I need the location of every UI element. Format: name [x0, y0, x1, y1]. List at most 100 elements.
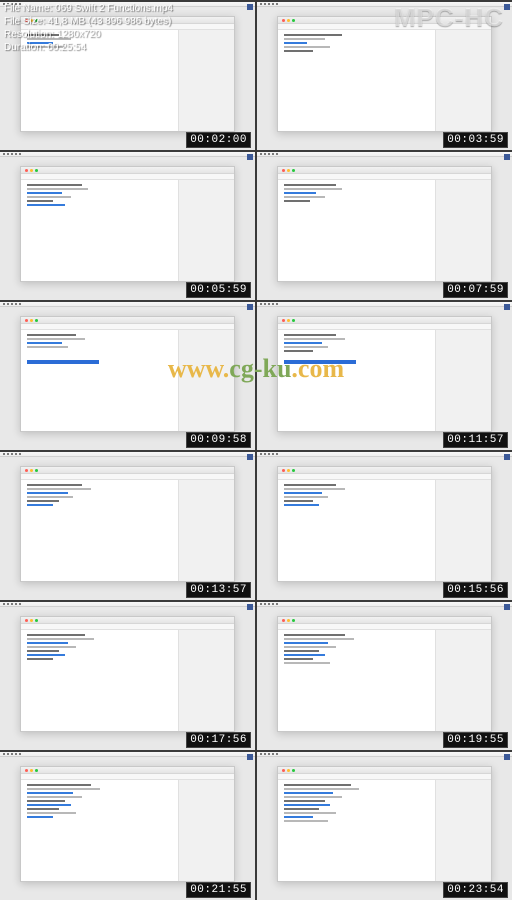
- code-line: [27, 792, 73, 794]
- code-editor: [21, 180, 178, 281]
- macos-menubar: [0, 752, 255, 757]
- results-sidebar: [178, 30, 234, 131]
- code-line: [284, 192, 316, 194]
- timestamp-badge: 00:19:55: [443, 732, 508, 748]
- thumbnail[interactable]: 00:17:56: [0, 602, 255, 750]
- editor-area: [278, 330, 491, 431]
- thumbnail[interactable]: 00:11:57: [257, 302, 512, 450]
- code-editor: [278, 180, 435, 281]
- minimize-icon: [30, 769, 33, 772]
- code-line: [27, 492, 68, 494]
- code-line: [284, 642, 328, 644]
- code-line: [27, 338, 85, 340]
- code-line: [284, 200, 310, 202]
- minimize-icon: [30, 319, 33, 322]
- results-sidebar: [178, 480, 234, 581]
- window-titlebar: [278, 317, 491, 324]
- code-line: [284, 350, 313, 352]
- code-line: [284, 646, 336, 648]
- xcode-window: [20, 766, 235, 882]
- app-logo: MPC-HC: [394, 2, 504, 33]
- editor-area: [21, 630, 234, 731]
- file-info-overlay: File Name: 069 Swift 2 Functions.mp4 Fil…: [4, 2, 173, 54]
- code-line: [27, 784, 91, 786]
- zoom-icon: [35, 169, 38, 172]
- app-badge-icon: [504, 454, 510, 460]
- code-line: [27, 638, 94, 640]
- minimize-icon: [287, 469, 290, 472]
- code-line: [27, 634, 85, 636]
- code-line: [284, 638, 354, 640]
- timestamp-badge: 00:03:59: [443, 132, 508, 148]
- editor-area: [21, 480, 234, 581]
- window-titlebar: [278, 617, 491, 624]
- code-editor: [278, 780, 435, 881]
- app-badge-icon: [504, 304, 510, 310]
- window-titlebar: [21, 317, 234, 324]
- code-editor: [278, 330, 435, 431]
- close-icon: [25, 319, 28, 322]
- thumbnail[interactable]: 00:13:57: [0, 452, 255, 600]
- xcode-window: [20, 316, 235, 432]
- thumbnail[interactable]: 00:19:55: [257, 602, 512, 750]
- text-selection: [27, 360, 99, 364]
- minimize-icon: [30, 169, 33, 172]
- close-icon: [282, 19, 285, 22]
- close-icon: [282, 319, 285, 322]
- code-line: [27, 192, 62, 194]
- thumbnail-grid: 00:02:0000:03:5900:05:5900:07:5900:09:58…: [0, 0, 512, 900]
- window-titlebar: [278, 767, 491, 774]
- thumbnail[interactable]: 00:21:55: [0, 752, 255, 900]
- code-editor: [21, 780, 178, 881]
- code-line: [284, 804, 330, 806]
- code-line: [27, 204, 65, 206]
- code-line: [27, 484, 82, 486]
- close-icon: [282, 619, 285, 622]
- code-line: [284, 492, 322, 494]
- file-name-label: File Name:: [4, 3, 52, 14]
- duration-label: Duration:: [4, 42, 45, 53]
- code-line: [284, 346, 328, 348]
- macos-menubar: [257, 152, 512, 157]
- code-line: [27, 488, 91, 490]
- editor-area: [278, 30, 491, 131]
- window-titlebar: [278, 467, 491, 474]
- minimize-icon: [30, 469, 33, 472]
- results-sidebar: [435, 630, 491, 731]
- zoom-icon: [35, 619, 38, 622]
- code-line: [27, 788, 100, 790]
- timestamp-badge: 00:15:56: [443, 582, 508, 598]
- app-badge-icon: [504, 754, 510, 760]
- code-line: [27, 200, 53, 202]
- code-line: [27, 334, 76, 336]
- zoom-icon: [35, 769, 38, 772]
- code-line: [284, 662, 330, 664]
- code-line: [27, 658, 53, 660]
- app-badge-icon: [504, 604, 510, 610]
- zoom-icon: [292, 619, 295, 622]
- code-line: [284, 46, 330, 48]
- macos-menubar: [257, 302, 512, 307]
- minimize-icon: [287, 769, 290, 772]
- code-line: [284, 820, 328, 822]
- thumbnail[interactable]: 00:09:58: [0, 302, 255, 450]
- code-line: [284, 188, 342, 190]
- thumbnail[interactable]: 00:23:54: [257, 752, 512, 900]
- xcode-window: [277, 16, 492, 132]
- file-name-value: 069 Swift 2 Functions.mp4: [55, 3, 173, 14]
- code-line: [284, 496, 328, 498]
- code-line: [284, 42, 307, 44]
- window-titlebar: [21, 467, 234, 474]
- editor-area: [21, 180, 234, 281]
- code-line: [284, 334, 336, 336]
- close-icon: [282, 469, 285, 472]
- thumbnail[interactable]: 00:05:59: [0, 152, 255, 300]
- results-sidebar: [178, 630, 234, 731]
- text-selection: [284, 360, 356, 364]
- thumbnail[interactable]: 00:07:59: [257, 152, 512, 300]
- timestamp-badge: 00:21:55: [186, 882, 251, 898]
- code-line: [27, 804, 71, 806]
- close-icon: [282, 769, 285, 772]
- zoom-icon: [35, 469, 38, 472]
- thumbnail[interactable]: 00:15:56: [257, 452, 512, 600]
